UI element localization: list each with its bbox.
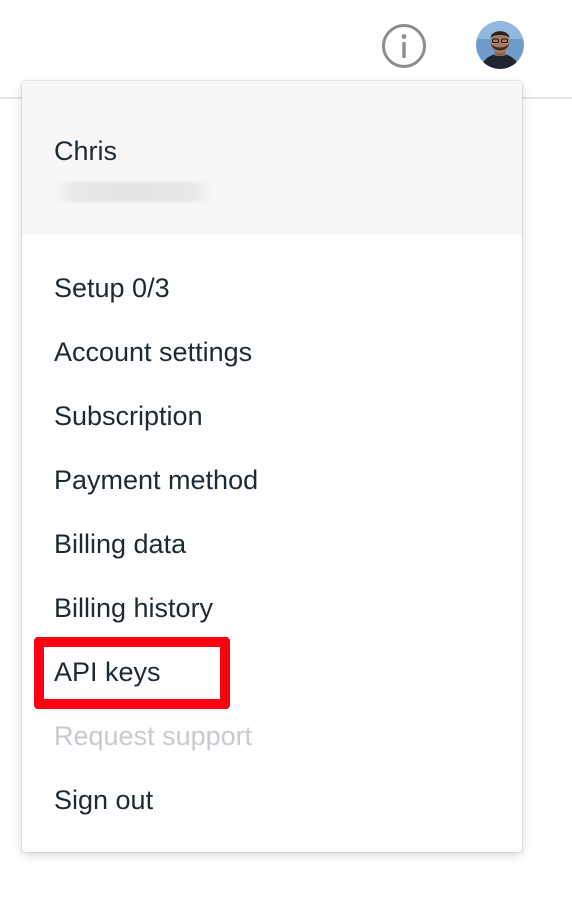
info-button[interactable] <box>381 23 427 69</box>
menu-item-subscription[interactable]: Subscription <box>54 400 203 432</box>
info-circle-icon <box>382 24 426 68</box>
user-avatar-icon <box>476 21 524 69</box>
menu-item-sign-out[interactable]: Sign out <box>54 784 153 816</box>
menu-item-billing-data[interactable]: Billing data <box>54 528 186 560</box>
user-name: Chris <box>54 136 118 166</box>
user-info-header: Chris <box>22 81 522 235</box>
menu-item-request-support: Request support <box>54 721 253 751</box>
menu-item-account-settings[interactable]: Account settings <box>54 336 252 368</box>
user-email-redacted <box>52 182 210 202</box>
menu-item-payment-method[interactable]: Payment method <box>54 464 258 496</box>
menu-item-api-keys[interactable]: API keys <box>54 656 161 688</box>
menu-item-setup[interactable]: Setup 0/3 <box>54 272 170 304</box>
avatar[interactable] <box>476 21 524 69</box>
account-dropdown-menu: Chris Setup 0/3 Account settings Subscri… <box>22 81 522 852</box>
menu-item-billing-history[interactable]: Billing history <box>54 592 213 624</box>
